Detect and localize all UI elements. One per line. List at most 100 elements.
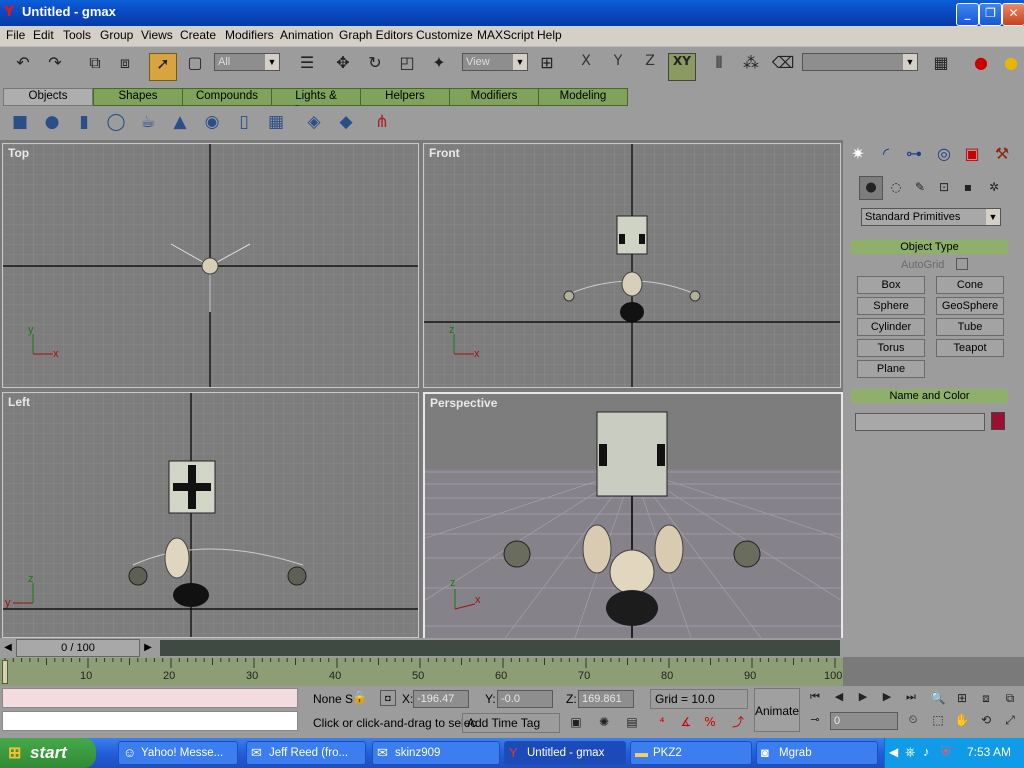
next-frame-icon[interactable]: ▶ <box>140 640 156 656</box>
region-select-icon[interactable]: ▢ <box>182 53 208 79</box>
undo-icon[interactable]: ↶ <box>10 53 36 79</box>
go-to-start-icon[interactable]: ⏮ <box>806 688 824 706</box>
arc-rotate-icon[interactable]: ⟲ <box>976 710 996 730</box>
teapot-icon[interactable]: ☕ <box>136 112 160 136</box>
region-zoom-icon[interactable]: ⬚ <box>928 710 948 730</box>
object-category-select[interactable]: Standard Primitives ▼ <box>861 208 1001 226</box>
tab-objects[interactable]: Objects <box>3 88 93 106</box>
torus-icon[interactable]: ◯ <box>104 112 128 136</box>
box-button[interactable]: Box <box>857 276 925 294</box>
box-mode-icon[interactable]: ▣ <box>566 712 586 732</box>
maxscript-input[interactable] <box>2 711 298 731</box>
maximize-viewport-icon[interactable]: ⤢ <box>1000 710 1020 730</box>
tube-button[interactable]: Tube <box>936 318 1004 336</box>
restrict-y-button[interactable]: Y <box>605 53 631 79</box>
viewport-label-left[interactable]: Left <box>8 395 30 409</box>
array-icon[interactable]: ⁂ <box>738 53 764 79</box>
motion-panel-icon[interactable]: ◎ <box>931 144 957 170</box>
viewport-front[interactable]: Front z x <box>423 143 841 388</box>
maxscript-listener-mini[interactable] <box>2 688 298 708</box>
tab-modeling[interactable]: Modeling <box>538 88 628 106</box>
start-button[interactable]: ⊞ start <box>0 738 96 768</box>
task-yahoo-messenger[interactable]: ☺ Yahoo! Messe... <box>118 741 238 765</box>
menu-customize[interactable]: Customize <box>416 28 473 42</box>
modify-panel-icon[interactable]: ◜ <box>873 144 899 170</box>
sphere-button[interactable]: Sphere <box>857 297 925 315</box>
geosphere-icon[interactable]: ◉ <box>200 112 224 136</box>
zoom-extents-all-icon[interactable]: ⧉ <box>1000 688 1020 708</box>
select-manipulate-icon[interactable]: ✦ <box>426 53 452 79</box>
viewport-top[interactable]: Top y x <box>2 143 419 388</box>
next-key-icon[interactable]: ▶ <box>878 688 896 706</box>
geometry-icon[interactable]: ● <box>859 176 883 200</box>
menu-edit[interactable]: Edit <box>33 28 54 42</box>
minimize-button[interactable]: _ <box>956 3 979 26</box>
task-jeff-reed[interactable]: ✉ Jeff Reed (fro... <box>246 741 366 765</box>
mirror-icon[interactable]: ⫴ <box>706 53 732 79</box>
render-icon[interactable]: ● <box>968 53 994 79</box>
cone-button[interactable]: Cone <box>936 276 1004 294</box>
eraser-icon[interactable]: ⌫ <box>770 53 796 79</box>
lights-icon[interactable]: ✎ <box>909 176 931 198</box>
maximize-button[interactable]: ❐ <box>979 3 1002 26</box>
menu-tools[interactable]: Tools <box>63 28 91 42</box>
time-slider-thumb[interactable]: 0 / 100 <box>16 639 140 657</box>
menu-views[interactable]: Views <box>141 28 173 42</box>
menu-group[interactable]: Group <box>100 28 133 42</box>
viewport-label-top[interactable]: Top <box>8 146 29 160</box>
zoom-all-icon[interactable]: ⊞ <box>952 688 972 708</box>
angle-snap-icon[interactable]: ∡ <box>676 712 696 732</box>
edit-mesh-icon[interactable]: ◆ <box>334 112 358 136</box>
geosphere-button[interactable]: GeoSphere <box>936 297 1004 315</box>
spinner-snap-icon[interactable]: ⤴ <box>728 712 748 732</box>
current-frame-field[interactable]: 0 <box>830 712 898 730</box>
percent-snap-icon[interactable]: % <box>700 712 720 732</box>
reference-coord-select[interactable]: View ▼ <box>462 53 528 71</box>
selection-filter-select[interactable]: All ▼ <box>214 53 280 71</box>
hierarchy-panel-icon[interactable]: ⊶ <box>901 144 927 170</box>
scale-icon[interactable]: ◰ <box>394 53 420 79</box>
mesh-select-icon[interactable]: ◈ <box>302 112 326 136</box>
menu-help[interactable]: Help <box>537 28 562 42</box>
teapot-button[interactable]: Teapot <box>936 339 1004 357</box>
menu-graph-editors[interactable]: Graph Editors <box>339 28 413 42</box>
cylinder-button[interactable]: Cylinder <box>857 318 925 336</box>
task-untitled-gmax[interactable]: Y Untitled - gmax <box>504 741 626 765</box>
animate-button[interactable]: Animate <box>754 688 800 732</box>
helpers-icon[interactable]: ▪ <box>957 176 979 198</box>
tab-compounds[interactable]: Compounds <box>182 88 272 106</box>
display-panel-icon[interactable]: ▣ <box>959 144 985 170</box>
tab-shapes[interactable]: Shapes <box>93 88 183 106</box>
menu-maxscript[interactable]: MAXScript <box>477 28 534 42</box>
move-icon[interactable]: ✥ <box>330 53 356 79</box>
degradation-override-icon[interactable]: ✺ <box>594 712 614 732</box>
tab-helpers[interactable]: Helpers <box>360 88 450 106</box>
quick-render-icon[interactable]: ● <box>998 53 1024 79</box>
viewport-label-front[interactable]: Front <box>429 146 460 160</box>
tray-expand-icon[interactable]: ◀ <box>889 745 898 759</box>
menu-animation[interactable]: Animation <box>280 28 333 42</box>
autogrid-checkbox[interactable] <box>956 258 968 270</box>
viewport-perspective[interactable]: Perspective z x <box>423 392 843 640</box>
create-panel-icon[interactable]: ✷ <box>845 144 871 170</box>
utilities-panel-icon[interactable]: ⚒ <box>989 144 1015 170</box>
y-coord-field[interactable]: -0.0 <box>497 690 553 708</box>
close-button[interactable]: ✕ <box>1002 3 1024 26</box>
restrict-z-button[interactable]: Z <box>637 53 663 79</box>
box-icon[interactable]: ■ <box>8 112 32 136</box>
space-warps-icon[interactable]: ✲ <box>983 176 1005 198</box>
unlink-icon[interactable]: ⧈ <box>112 53 138 79</box>
security-icon[interactable]: ⛨ <box>941 744 951 760</box>
tube-icon[interactable]: ▯ <box>232 112 256 136</box>
task-pkz2[interactable]: ▬ PKZ2 <box>630 741 752 765</box>
layer-icon[interactable]: ▦ <box>928 53 954 79</box>
key-mode-icon[interactable]: ⊸ <box>806 710 824 730</box>
menu-file[interactable]: File <box>6 28 25 42</box>
shapes-icon[interactable]: ◌ <box>885 176 907 198</box>
pan-icon[interactable]: ✋ <box>952 710 972 730</box>
object-color-swatch[interactable] <box>991 412 1005 430</box>
sphere-icon[interactable]: ● <box>40 112 64 136</box>
object-name-input[interactable] <box>855 413 985 431</box>
menu-create[interactable]: Create <box>180 28 216 42</box>
zoom-icon[interactable]: 🔍 <box>928 688 948 708</box>
